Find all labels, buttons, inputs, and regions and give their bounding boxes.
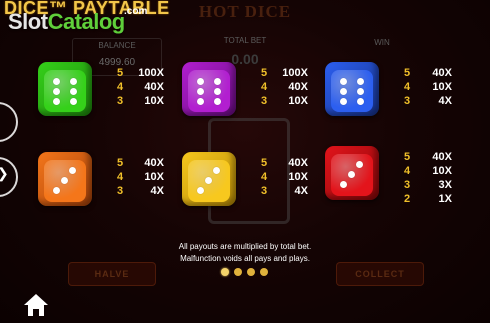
home-icon[interactable] xyxy=(22,292,50,318)
die-pip xyxy=(340,78,347,85)
page-dot[interactable] xyxy=(247,268,255,276)
pay-value: 10X xyxy=(288,171,308,183)
die-pip xyxy=(70,88,77,95)
die-yellow-icon xyxy=(182,152,236,206)
pay-value: 40X xyxy=(144,157,164,169)
die-pip xyxy=(197,88,204,95)
page-dot[interactable] xyxy=(234,268,242,276)
die-pip xyxy=(356,161,363,168)
die-pip xyxy=(53,98,60,105)
die-pip xyxy=(357,78,364,85)
pay-value: 40X xyxy=(144,81,164,93)
pay-value: 1X xyxy=(438,193,452,205)
pay-values-blue: 40X 10X 4X xyxy=(412,66,452,108)
die-red-icon xyxy=(325,146,379,200)
footer-note-line1: All payouts are multiplied by total bet. xyxy=(178,242,312,251)
watermark-com: .com xyxy=(124,6,148,17)
die-pip xyxy=(357,88,364,95)
watermark-text-1: Slot xyxy=(8,9,48,34)
die-pip xyxy=(53,187,60,194)
die-purple-icon xyxy=(182,62,236,116)
chevron-right-icon: ❯ xyxy=(0,165,9,182)
watermark-text-2: Catalog xyxy=(47,9,126,34)
page-dot[interactable] xyxy=(221,268,229,276)
watermark-logo: SlotCatalog xyxy=(8,9,125,35)
die-pip xyxy=(340,88,347,95)
die-pip xyxy=(70,98,77,105)
pay-value: 40X xyxy=(432,151,452,163)
pay-values-orange: 40X 10X 4X xyxy=(124,156,164,198)
pay-value: 10X xyxy=(432,81,452,93)
page-dot[interactable] xyxy=(260,268,268,276)
pay-value: 4X xyxy=(438,95,452,107)
pay-value: 10X xyxy=(432,165,452,177)
page-indicator xyxy=(221,268,271,276)
pay-value: 100X xyxy=(282,67,308,79)
pay-values-green: 100X 40X 10X xyxy=(124,66,164,108)
background-halve-button: HALVE xyxy=(68,262,156,286)
die-blue-icon xyxy=(325,62,379,116)
die-face xyxy=(331,154,373,196)
die-face xyxy=(44,160,86,202)
die-pip xyxy=(214,78,221,85)
die-pip xyxy=(197,78,204,85)
pay-value: 40X xyxy=(432,67,452,79)
die-pip xyxy=(69,167,76,174)
die-face xyxy=(44,70,86,112)
die-pip xyxy=(357,98,364,105)
pay-value: 10X xyxy=(144,95,164,107)
die-face xyxy=(331,70,373,112)
pay-values-yellow: 40X 10X 4X xyxy=(268,156,308,198)
die-pip xyxy=(70,78,77,85)
die-pip xyxy=(348,171,355,178)
pay-value: 4X xyxy=(150,185,164,197)
die-green-icon xyxy=(38,62,92,116)
pay-values-purple: 100X 40X 10X xyxy=(268,66,308,108)
pay-value: 10X xyxy=(144,171,164,183)
die-pip xyxy=(205,177,212,184)
die-orange-icon xyxy=(38,152,92,206)
background-balance-label: BALANCE xyxy=(98,41,136,50)
pay-value: 10X xyxy=(288,95,308,107)
die-pip xyxy=(53,88,60,95)
pay-value: 40X xyxy=(288,81,308,93)
pay-values-red: 40X 10X 3X 1X xyxy=(412,150,452,206)
die-pip xyxy=(214,88,221,95)
pay-value: 3X xyxy=(438,179,452,191)
paytable-header: DICE™ PAYTABLE SlotCatalog .com xyxy=(0,0,490,40)
die-pip xyxy=(61,177,68,184)
pay-value: 100X xyxy=(138,67,164,79)
pay-value: 4X xyxy=(294,185,308,197)
die-pip xyxy=(213,167,220,174)
pay-value: 40X xyxy=(288,157,308,169)
die-pip xyxy=(340,181,347,188)
die-face xyxy=(188,70,230,112)
die-pip xyxy=(340,98,347,105)
die-pip xyxy=(214,98,221,105)
die-pip xyxy=(197,187,204,194)
die-face xyxy=(188,160,230,202)
background-collect-button: COLLECT xyxy=(336,262,424,286)
die-pip xyxy=(53,78,60,85)
footer-note-line2: Malfunction voids all pays and plays. xyxy=(180,254,310,263)
die-pip xyxy=(197,98,204,105)
